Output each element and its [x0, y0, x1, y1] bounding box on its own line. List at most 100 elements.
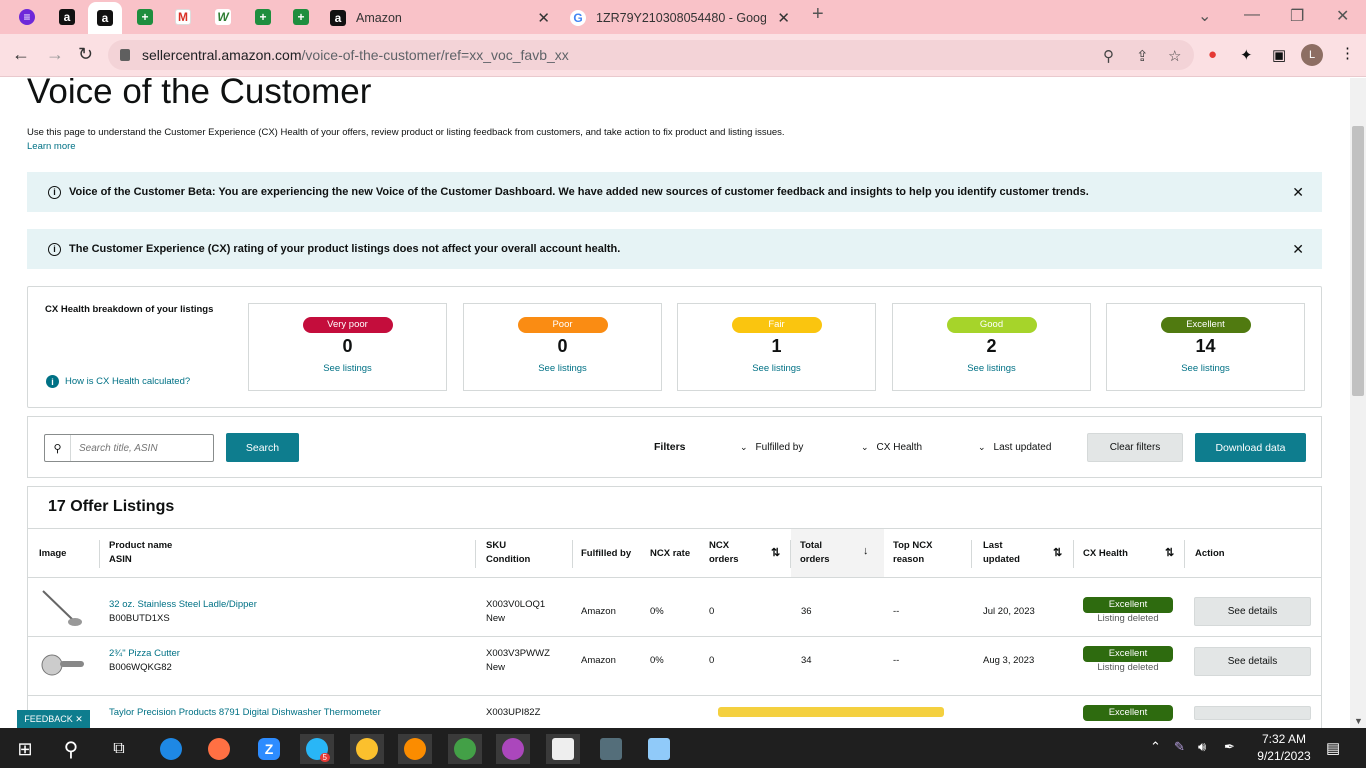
- restore-icon[interactable]: ❐: [1290, 6, 1304, 26]
- col-top-reason[interactable]: Top NCX reason: [893, 539, 932, 567]
- forward-icon[interactable]: →: [46, 44, 64, 65]
- product-name-link[interactable]: Taylor Precision Products 8791 Digital D…: [109, 706, 381, 720]
- firefox-icon[interactable]: [202, 734, 236, 764]
- new-tab-icon[interactable]: +: [812, 3, 824, 26]
- sort-icon[interactable]: ⇅: [1165, 546, 1174, 559]
- learn-more-link[interactable]: Learn more: [27, 141, 76, 152]
- col-last-updated[interactable]: Last updated: [983, 539, 1020, 567]
- tab-amazon[interactable]: a Amazon ✕: [320, 2, 560, 34]
- pinned-tab-active[interactable]: a: [88, 2, 122, 34]
- see-listings-link[interactable]: See listings: [464, 363, 661, 374]
- scrollbar-thumb[interactable]: [1352, 126, 1364, 396]
- see-details-button[interactable]: See details: [1194, 597, 1311, 626]
- fulfilled-by-dropdown[interactable]: ⌄ Fulfilled by: [740, 442, 803, 453]
- tab-google[interactable]: G 1ZR79Y210308054480 - Google ✕: [560, 2, 800, 34]
- edge-icon[interactable]: [154, 734, 188, 764]
- close-banner-icon[interactable]: ✕: [1292, 241, 1304, 258]
- close-banner-icon[interactable]: ✕: [1292, 184, 1304, 201]
- notes-app-icon[interactable]: [642, 734, 676, 764]
- close-window-icon[interactable]: ✕: [1336, 6, 1349, 26]
- download-data-button[interactable]: Download data: [1195, 433, 1306, 462]
- chrome-profile-icon[interactable]: [398, 734, 432, 764]
- sheets-icon: +: [255, 9, 271, 25]
- close-tab-icon[interactable]: ✕: [537, 9, 550, 27]
- page-scrollbar[interactable]: ▼: [1350, 78, 1366, 728]
- pinned-tab[interactable]: W: [206, 4, 240, 30]
- extensions-puzzle-icon[interactable]: ✦: [1240, 46, 1253, 64]
- bookmark-star-icon[interactable]: ☆: [1168, 47, 1181, 65]
- col-sku[interactable]: SKU Condition: [486, 539, 530, 567]
- reload-icon[interactable]: ↻: [78, 44, 93, 65]
- info-icon: i: [48, 185, 61, 199]
- minimize-icon[interactable]: —: [1244, 6, 1260, 24]
- share-icon[interactable]: ⇪: [1136, 47, 1149, 65]
- search-button[interactable]: Search: [226, 433, 299, 462]
- pinned-tab[interactable]: M: [166, 4, 200, 30]
- product-name-link[interactable]: 32 oz. Stainless Steel Ladle/Dipper: [109, 598, 257, 612]
- cx-count: 1: [771, 336, 782, 356]
- chrome-profile-icon[interactable]: [496, 734, 530, 764]
- see-listings-link[interactable]: See listings: [678, 363, 875, 374]
- chevron-down-icon: ⌄: [978, 442, 986, 452]
- see-details-button[interactable]: See details: [1194, 647, 1311, 676]
- calculator-icon[interactable]: [594, 734, 628, 764]
- chevron-up-icon[interactable]: ⌃: [1150, 739, 1161, 755]
- pinned-tab[interactable]: +: [246, 4, 280, 30]
- address-bar[interactable]: sellercentral.amazon.com/voice-of-the-cu…: [108, 40, 1194, 70]
- close-tab-icon[interactable]: ✕: [777, 9, 790, 27]
- product-name-link[interactable]: 2¾" Pizza Cutter: [109, 647, 180, 661]
- asin-text: B00BUTD1XS: [109, 613, 170, 624]
- feedback-button[interactable]: FEEDBACK ✕: [17, 710, 90, 728]
- back-icon[interactable]: ←: [12, 44, 30, 65]
- sku-text: X003UPI82Z: [486, 707, 541, 718]
- see-listings-link[interactable]: See listings: [249, 363, 446, 374]
- chart-app-icon[interactable]: [546, 734, 580, 764]
- cx-card-excellent: Excellent 14 See listings: [1106, 303, 1305, 391]
- col-total-orders[interactable]: Total orders: [791, 529, 884, 577]
- pinned-tab[interactable]: ≡: [10, 4, 44, 30]
- sort-icon[interactable]: ⇅: [771, 546, 780, 559]
- volume-icon[interactable]: 🔊︎: [1198, 739, 1206, 755]
- extension-fire-icon[interactable]: ●: [1208, 46, 1217, 63]
- see-listings-link[interactable]: See listings: [1107, 363, 1304, 374]
- pinned-tab[interactable]: a: [50, 4, 84, 30]
- system-clock[interactable]: 7:32 AM 9/21/2023: [1253, 731, 1315, 765]
- ncx-rate-text: 0%: [650, 655, 664, 666]
- sort-down-icon[interactable]: ↓: [863, 545, 869, 557]
- col-fulfilled[interactable]: Fulfilled by: [581, 547, 631, 561]
- chrome-profile-icon[interactable]: [448, 734, 482, 764]
- sort-icon[interactable]: ⇅: [1053, 546, 1062, 559]
- scroll-down-arrow-icon[interactable]: ▼: [1354, 716, 1363, 726]
- side-panel-icon[interactable]: ▣: [1272, 46, 1286, 64]
- pen-app-icon[interactable]: ✎: [1174, 739, 1185, 755]
- tab-search-icon[interactable]: ⌄: [1198, 6, 1211, 26]
- notifications-icon[interactable]: ▤: [1326, 739, 1340, 757]
- col-ncx-orders[interactable]: NCX orders: [709, 539, 739, 567]
- search-input[interactable]: [71, 442, 209, 454]
- col-cx-health[interactable]: CX Health: [1083, 547, 1128, 561]
- last-updated-text: Aug 3, 2023: [983, 655, 1035, 666]
- cx-card-good: Good 2 See listings: [892, 303, 1091, 391]
- windows-start-icon[interactable]: ⊞: [8, 734, 42, 764]
- telegram-icon[interactable]: 5: [300, 734, 334, 764]
- pinned-tab[interactable]: +: [128, 4, 162, 30]
- col-image: Image: [39, 548, 67, 559]
- col-ncx-rate[interactable]: NCX rate: [650, 547, 690, 561]
- menu-kebab-icon[interactable]: ⋮: [1340, 44, 1355, 62]
- task-view-icon[interactable]: ⧉: [102, 734, 136, 764]
- zoom-app-icon[interactable]: Z: [252, 734, 286, 764]
- last-updated-dropdown[interactable]: ⌄ Last updated: [978, 442, 1051, 453]
- search-icon[interactable]: ⚲: [54, 734, 88, 764]
- pinned-tab[interactable]: +: [284, 4, 318, 30]
- col-product[interactable]: Product name ASIN: [109, 539, 172, 567]
- pen-workspace-icon[interactable]: ✒: [1224, 739, 1235, 755]
- cx-health-dropdown[interactable]: ⌄ CX Health: [861, 442, 922, 453]
- see-details-button[interactable]: [1194, 706, 1311, 720]
- chrome-profile-icon[interactable]: [350, 734, 384, 764]
- profile-avatar[interactable]: L: [1301, 44, 1323, 66]
- browser-tab-strip: ≡ a a + M W + + a Amazon ✕ G 1ZR79Y21030…: [0, 0, 1366, 34]
- cx-how-link[interactable]: i How is CX Health calculated?: [46, 375, 190, 388]
- zoom-icon[interactable]: ⚲: [1103, 47, 1114, 65]
- see-listings-link[interactable]: See listings: [893, 363, 1090, 374]
- clear-filters-button[interactable]: Clear filters: [1087, 433, 1183, 462]
